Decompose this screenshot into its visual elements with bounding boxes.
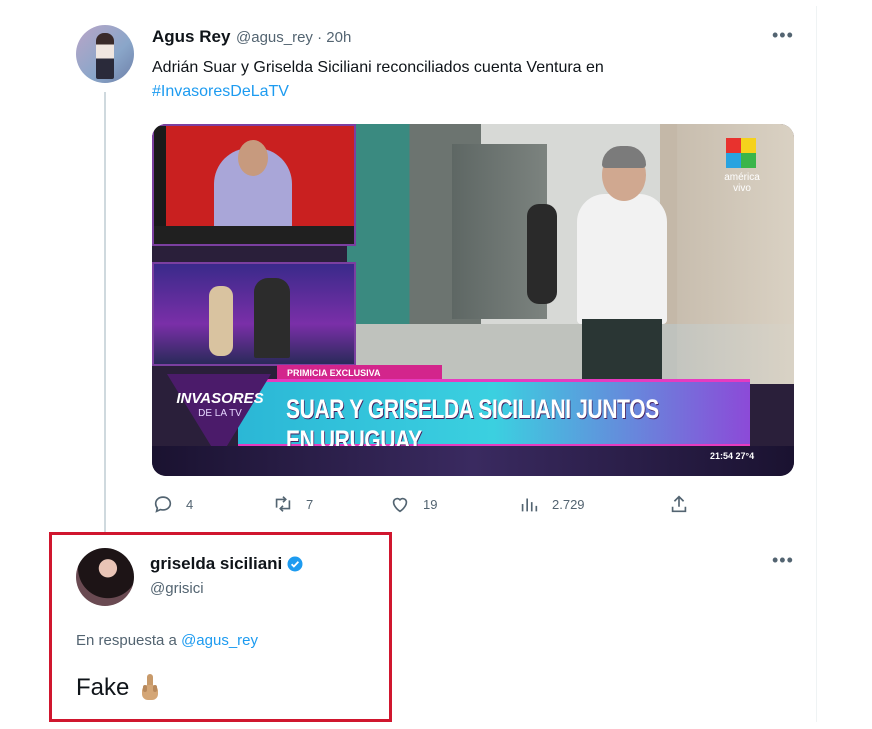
bottom-strip [152, 446, 794, 476]
broadcast-clock: 21:54 27°4 [710, 451, 755, 461]
tweet-text: Adrián Suar y Griselda Siciliani reconci… [152, 56, 752, 104]
reply-avatar[interactable] [76, 548, 134, 606]
reply-body: Fake [76, 674, 130, 701]
reply-author-handle[interactable]: @grisici [150, 580, 204, 597]
share-button[interactable] [668, 493, 702, 515]
studio-inset-panel [152, 262, 356, 366]
middle-finger-emoji-icon [142, 674, 159, 700]
like-count: 19 [423, 496, 438, 512]
scene-man-shirt [577, 194, 667, 324]
channel-logo-icon [726, 138, 756, 168]
reply-author[interactable]: griselda siciliani [150, 554, 304, 574]
reply-more-options-icon[interactable]: ••• [772, 550, 794, 571]
retweet-count: 7 [306, 496, 314, 512]
reply-prefix: En respuesta a [76, 632, 177, 649]
retweet-icon [275, 496, 291, 512]
retweet-button[interactable]: 7 [272, 493, 313, 515]
avatar[interactable] [76, 25, 134, 83]
reply-author-name[interactable]: griselda siciliani [150, 554, 282, 574]
reply-count: 4 [186, 496, 194, 512]
reply-context: En respuesta a @agus_rey [76, 632, 258, 649]
author-handle[interactable]: @agus_rey [236, 29, 313, 46]
like-button[interactable]: 19 [389, 493, 437, 515]
more-options-icon[interactable]: ••• [772, 25, 794, 46]
hashtag-link[interactable]: #InvasoresDeLaTV [152, 83, 289, 100]
reply-text: Fake [76, 673, 161, 703]
author-meta: @agus_rey · 20h [236, 29, 351, 46]
tweet-body: Adrián Suar y Griselda Siciliani reconci… [152, 59, 604, 76]
heart-icon [392, 497, 408, 513]
show-logo-subtext: DE LA TV [198, 408, 242, 419]
author-name[interactable]: Agus Rey [152, 27, 230, 47]
verified-badge-icon [287, 556, 303, 572]
scene-man-pants [582, 319, 662, 379]
reply-icon [154, 496, 172, 513]
scene-person [527, 204, 557, 304]
separator: · [317, 29, 323, 46]
tweet-time[interactable]: 20h [326, 29, 351, 46]
reply-to-link[interactable]: @agus_rey [181, 632, 258, 649]
tweet-actions: 4 7 19 2.729 [152, 493, 712, 517]
views-button[interactable]: 2.729 [518, 493, 585, 515]
tweet-media-image[interactable]: américa vivo PRIMICIA EXCLUSIVA SUAR Y G… [152, 124, 794, 476]
show-logo-text: INVASORES [176, 390, 264, 407]
views-chart-icon [521, 498, 538, 512]
share-icon [671, 495, 687, 513]
thread-line [104, 92, 106, 534]
channel-label: américa vivo [724, 172, 760, 194]
reply-button[interactable]: 4 [152, 493, 193, 515]
studio-inset-host [152, 124, 356, 246]
views-count: 2.729 [552, 496, 585, 512]
